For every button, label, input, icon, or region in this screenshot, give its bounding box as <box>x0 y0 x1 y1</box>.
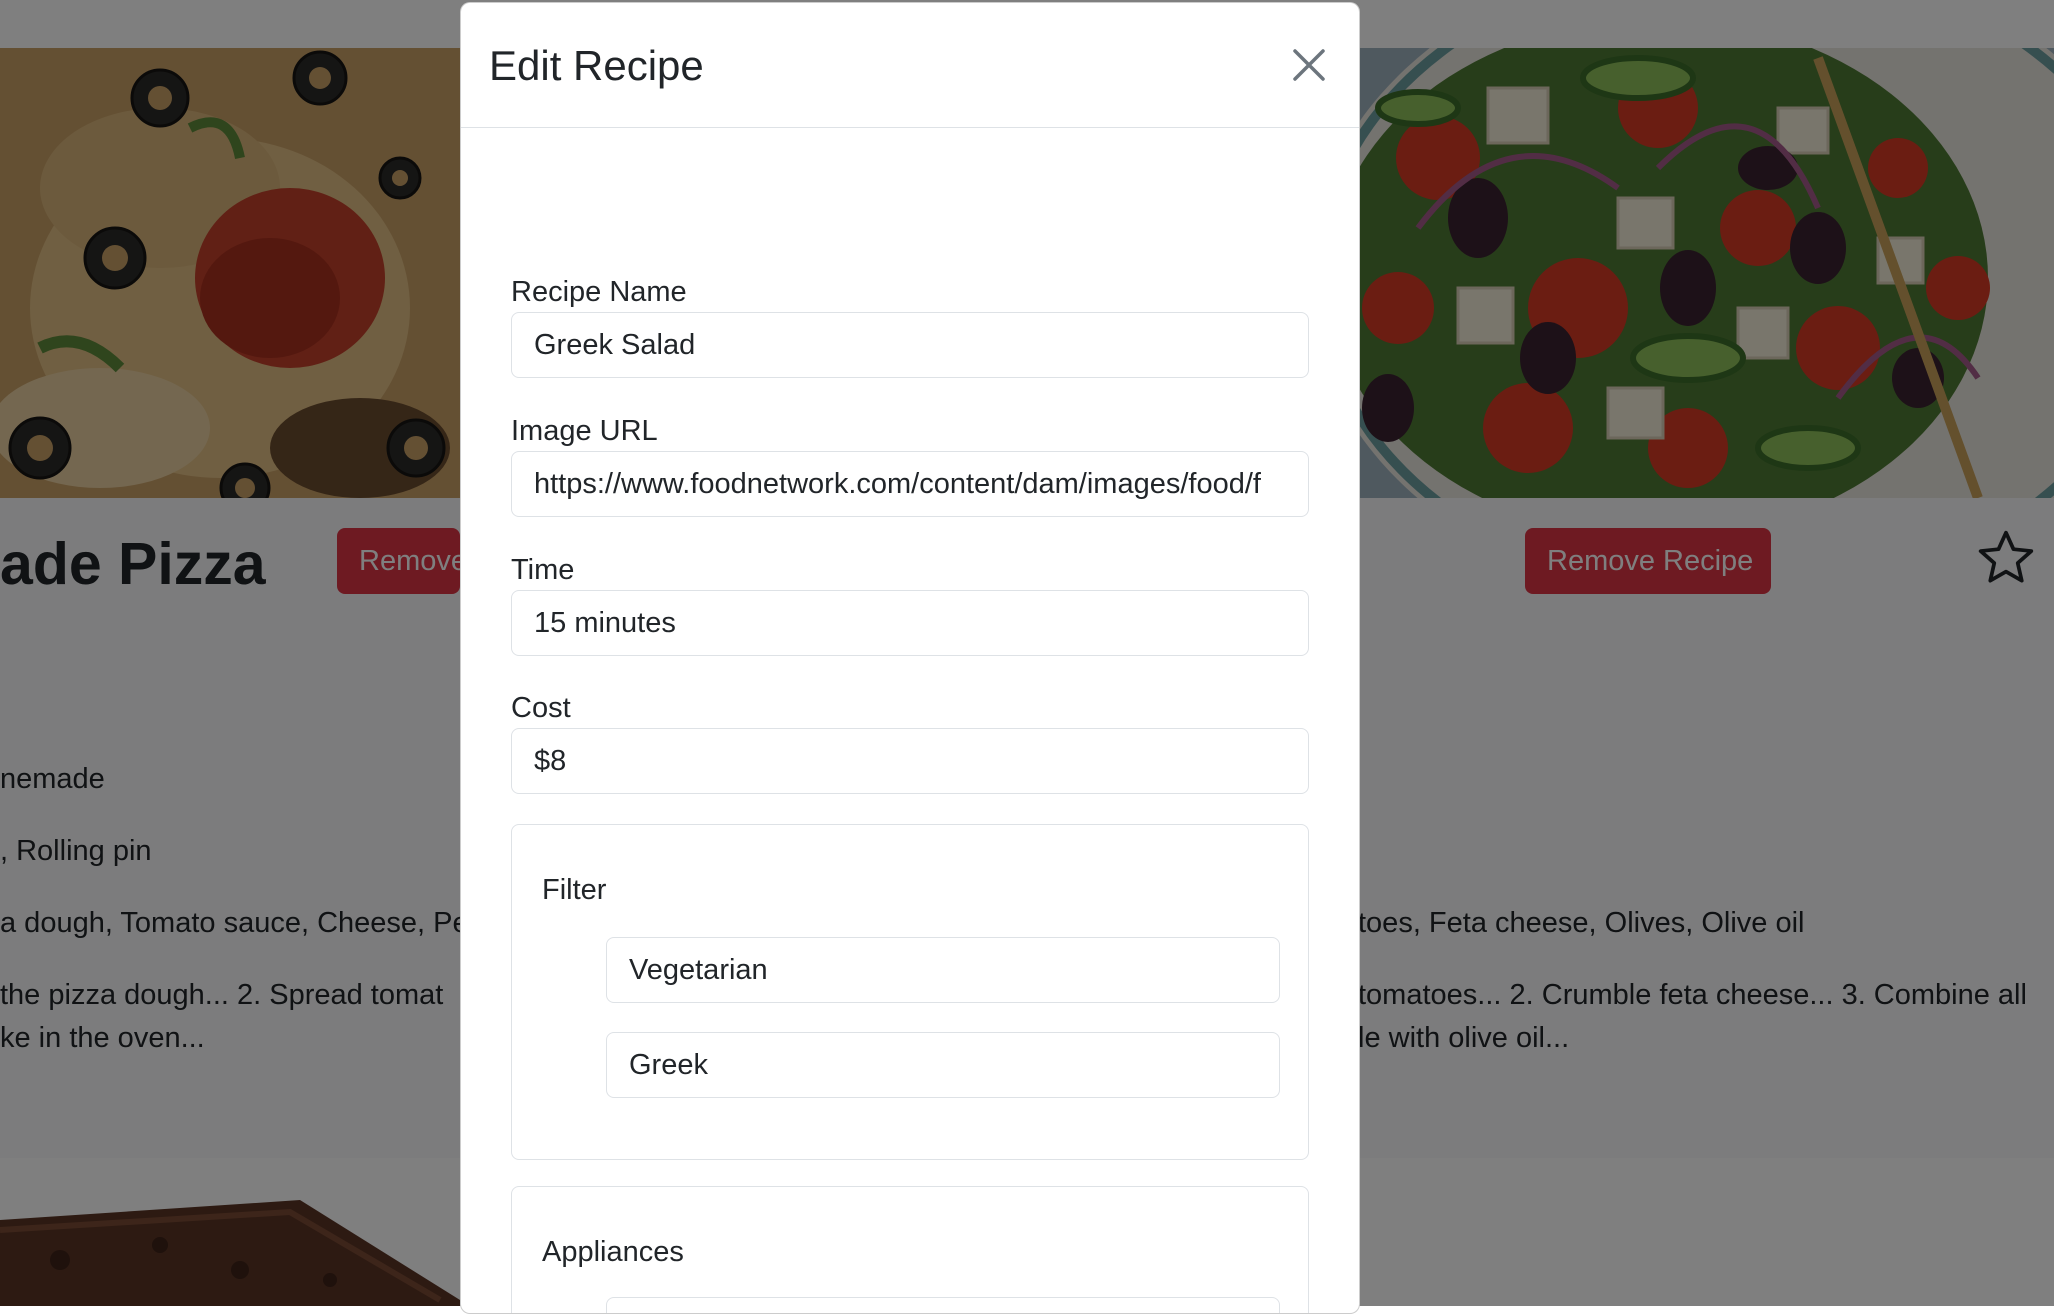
recipe-name-input[interactable] <box>511 312 1309 378</box>
appliances-fieldset: Appliances <box>511 1186 1309 1313</box>
edit-recipe-modal: Edit Recipe Recipe Name Image URL Time C… <box>460 2 1360 1314</box>
close-icon[interactable] <box>1287 43 1331 87</box>
appliances-legend: Appliances <box>542 1236 684 1268</box>
filter-input-greek[interactable] <box>606 1032 1280 1098</box>
cost-input[interactable] <box>511 728 1309 794</box>
filter-fieldset: Filter <box>511 824 1309 1160</box>
cost-label: Cost <box>511 692 571 724</box>
modal-header: Edit Recipe <box>461 3 1359 128</box>
filter-legend: Filter <box>542 874 607 906</box>
image-url-input[interactable] <box>511 451 1309 517</box>
time-label: Time <box>511 554 575 586</box>
modal-title: Edit Recipe <box>489 42 704 89</box>
time-input[interactable] <box>511 590 1309 656</box>
image-url-label: Image URL <box>511 415 658 447</box>
recipe-name-label: Recipe Name <box>511 276 687 308</box>
filter-input-vegetarian[interactable] <box>606 937 1280 1003</box>
